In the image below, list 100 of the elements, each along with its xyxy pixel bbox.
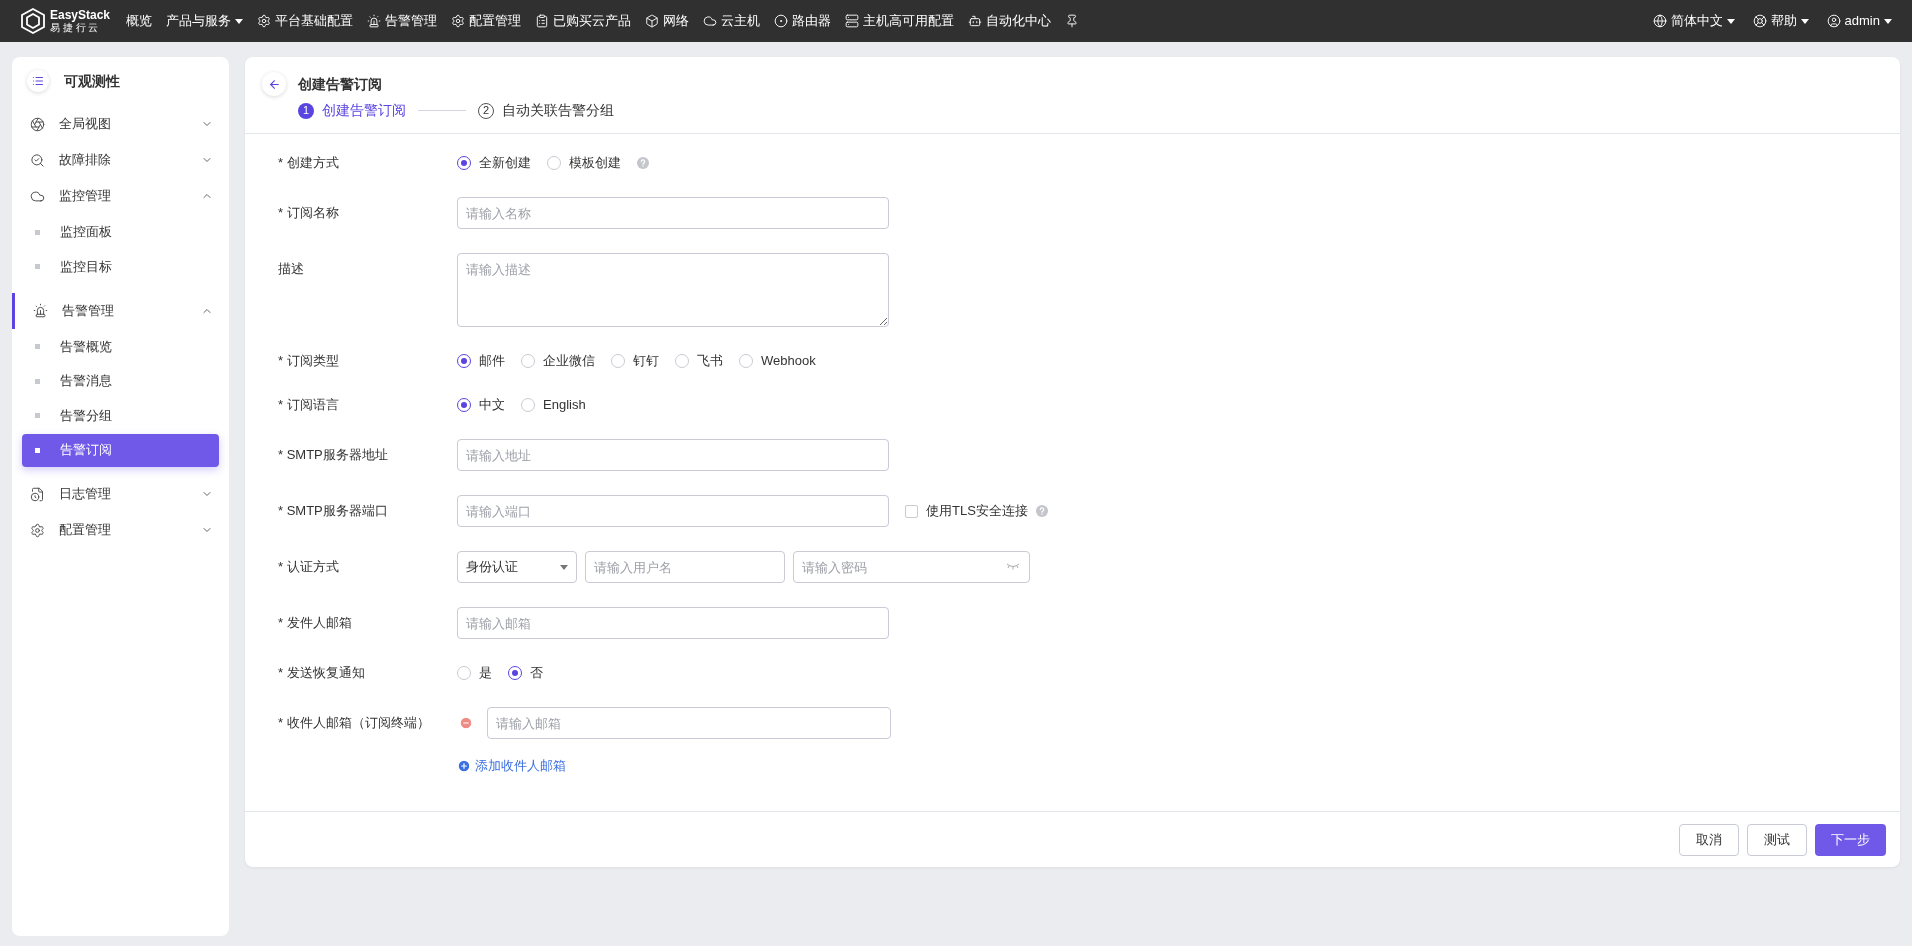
plus-icon [457, 758, 471, 773]
sidebar-group[interactable]: 故障排除 [12, 142, 229, 178]
logo-icon [20, 8, 46, 34]
field-label: * 收件人邮箱（订阅终端） [278, 714, 430, 733]
footer-button[interactable]: 下一步 [1815, 823, 1886, 856]
field-label: * SMTP服务器地址 [278, 446, 388, 465]
footer-button[interactable]: 取消 [1679, 823, 1739, 856]
user-icon [1826, 14, 1841, 28]
caret-icon [1726, 18, 1735, 24]
nav-link[interactable]: 主机高可用配置 [845, 11, 955, 31]
help-icon[interactable] [637, 157, 649, 169]
auth-select[interactable]: 身份认证 [457, 551, 577, 583]
sidebar-group[interactable]: 全局视图 [12, 106, 229, 142]
radio-label: 全新创建 [479, 154, 531, 173]
nav-link[interactable]: 平台基础配置 [257, 11, 354, 31]
back-arrow-icon [267, 77, 281, 91]
sidebar-item[interactable]: 告警分组 [22, 399, 219, 432]
step: 1 创建告警订阅 [298, 100, 406, 121]
siren-icon [33, 303, 48, 318]
gear-icon [30, 522, 45, 538]
username-field[interactable]: 请输入用户名 [585, 551, 785, 583]
text-field[interactable]: 请输入地址 [457, 439, 889, 471]
sidebar-item[interactable]: 监控目标 [22, 250, 219, 283]
field-label: * 创建方式 [278, 154, 339, 173]
eye-closed-icon[interactable] [1006, 563, 1020, 571]
radio-label: 钉钉 [633, 352, 659, 371]
field-label: * 订阅名称 [278, 204, 339, 223]
password-field[interactable]: 请输入密码 [793, 551, 1030, 583]
header-menu[interactable]: admin [1826, 11, 1892, 31]
sidebar-item[interactable]: 告警订阅 [22, 433, 219, 467]
footer-button[interactable]: 测试 [1747, 823, 1807, 856]
field-label: * 发件人邮箱 [278, 614, 352, 633]
sidebar-title: 可观测性 [64, 71, 120, 91]
radio-label: 邮件 [479, 352, 505, 371]
checkbox-label: 使用TLS安全连接 [926, 502, 1028, 521]
siren-icon [367, 14, 382, 28]
sidebar-group[interactable]: 监控管理 [12, 178, 229, 214]
step: 2 自动关联告警分组 [478, 100, 614, 121]
nav-link[interactable]: 产品与服务 [166, 11, 244, 31]
text-area[interactable]: 请输入描述 [457, 253, 889, 327]
radio-label: 飞书 [697, 352, 723, 371]
server-icon [845, 14, 860, 28]
file-clock-icon [30, 486, 45, 502]
nav-link[interactable]: 路由器 [774, 11, 832, 31]
header-menu[interactable]: 帮助 [1752, 11, 1809, 31]
radio-label: 企业微信 [543, 352, 595, 371]
list-icon [32, 75, 44, 87]
field-label: * 订阅语言 [278, 396, 339, 415]
sidebar-group[interactable]: 告警管理 [12, 292, 229, 329]
aperture-icon [30, 116, 45, 132]
lifebuoy-icon [1752, 14, 1767, 28]
radio-label: 模板创建 [569, 154, 621, 173]
radio-label: English [543, 396, 586, 415]
header-menu[interactable]: 简体中文 [1652, 11, 1735, 31]
cloud-icon [30, 188, 45, 204]
radio-label: 是 [479, 664, 492, 683]
caret-icon [1884, 18, 1892, 24]
nav-link[interactable]: 告警管理 [367, 11, 438, 31]
field-label: * 订阅类型 [278, 352, 339, 371]
gear-icon [257, 14, 272, 28]
list-icon [535, 14, 550, 28]
search-icon [30, 152, 45, 168]
globe-icon [1652, 14, 1667, 28]
radio-label: 否 [530, 664, 543, 683]
text-field[interactable]: 请输入端口 [457, 495, 889, 527]
nav-link[interactable]: 自动化中心 [968, 11, 1052, 31]
sidebar-item[interactable]: 告警消息 [22, 364, 219, 398]
field-label: * 发送恢复通知 [278, 664, 365, 683]
gear-icon [451, 14, 466, 28]
sidebar-group[interactable]: 日志管理 [12, 476, 229, 512]
nav-link[interactable]: 配置管理 [451, 11, 522, 31]
sidebar-item[interactable]: 监控面板 [22, 215, 219, 249]
logo-subtitle: 易 捷 行 云 [50, 23, 99, 33]
logo-text: EasyStack [50, 9, 111, 21]
nav-link[interactable]: 网络 [645, 11, 690, 31]
circle-dot-icon [774, 14, 789, 28]
text-field[interactable]: 请输入名称 [457, 197, 889, 229]
pin-icon[interactable] [1065, 14, 1080, 28]
field-label: 描述 [278, 260, 304, 278]
help-icon[interactable] [1035, 505, 1048, 517]
text-field[interactable]: 请输入邮箱 [457, 607, 889, 639]
checkbox[interactable] [905, 504, 918, 518]
menu-toggle[interactable] [27, 70, 49, 92]
back-button[interactable] [262, 72, 286, 96]
field-label: * 认证方式 [278, 558, 339, 577]
nav-link[interactable]: 已购买云产品 [535, 11, 632, 31]
nav-link[interactable]: 云主机 [703, 11, 761, 31]
sidebar-item[interactable]: 告警概览 [22, 330, 219, 363]
caret-icon [1800, 18, 1809, 24]
cloud-icon [703, 14, 718, 28]
page-title: 创建告警订阅 [298, 74, 382, 94]
sidebar-group[interactable]: 配置管理 [12, 512, 229, 548]
cube-icon [645, 14, 660, 28]
field-label: * SMTP服务器端口 [278, 502, 388, 521]
add-recipient-link[interactable]: 添加收件人邮箱 [457, 756, 566, 776]
remove-icon[interactable] [459, 716, 473, 730]
caret-icon [560, 564, 568, 570]
email-field[interactable]: 请输入邮箱 [487, 707, 891, 739]
nav-link[interactable]: 概览 [126, 11, 153, 31]
robot-icon [968, 14, 983, 28]
